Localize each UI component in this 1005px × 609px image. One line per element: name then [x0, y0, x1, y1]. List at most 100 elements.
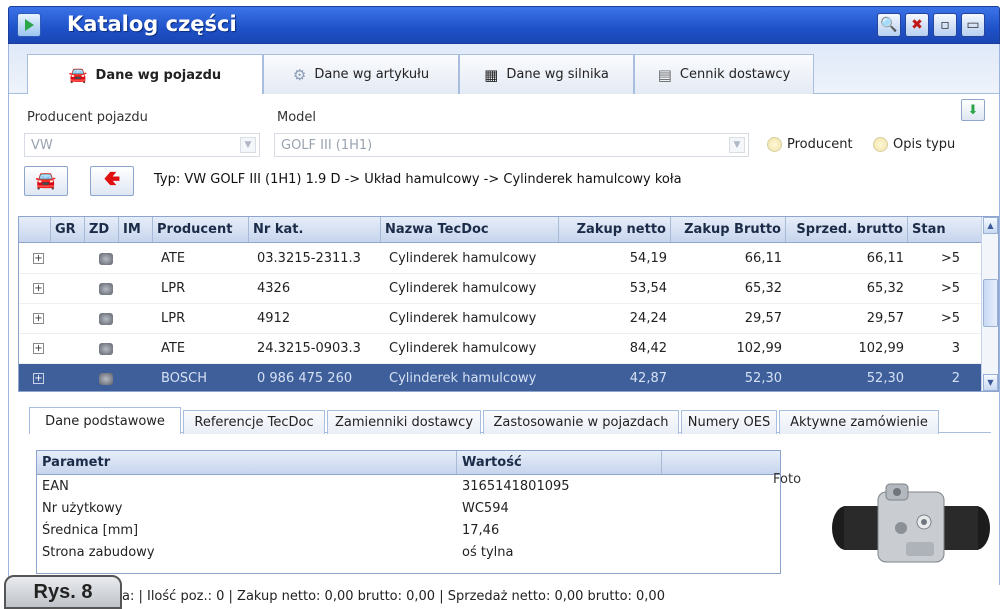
cell-value: 3165141801095 [462, 478, 570, 494]
table-row-selected[interactable]: + BOSCH 0 986 475 260 Cylinderek hamulco… [19, 364, 982, 391]
expand-icon[interactable]: + [33, 373, 44, 384]
table-row[interactable]: + LPR 4912 Cylinderek hamulcowy 24,24 29… [19, 304, 982, 334]
cell-nr: 03.3215-2311.3 [257, 251, 361, 266]
status-text: a: | Ilość poz.: 0 | Zakup netto: 0,00 b… [122, 589, 665, 604]
foto-label: Foto [773, 472, 802, 487]
cell-stan: >5 [940, 251, 960, 266]
car-icon: 🚘 [35, 171, 57, 191]
app-icon[interactable] [17, 13, 41, 37]
col-zd[interactable]: ZD [85, 217, 119, 242]
cell-netto: 42,87 [629, 371, 667, 386]
cell-sprzed: 102,99 [858, 341, 905, 356]
tab-label: Dane wg artykułu [314, 67, 430, 82]
tab-zastosowanie[interactable]: Zastosowanie w pojazdach [483, 410, 679, 434]
col-im[interactable]: IM [119, 217, 153, 242]
col-parametr[interactable]: Parametr [37, 451, 457, 474]
tab-numery-oes[interactable]: Numery OES [681, 410, 777, 434]
tab-dane-podstawowe[interactable]: Dane podstawowe [29, 407, 181, 434]
tab-dane-wg-silnika[interactable]: ▦ Dane wg silnika [459, 54, 634, 94]
tab-referencje-tecdoc[interactable]: Referencje TecDoc [183, 410, 325, 434]
camera-icon [99, 312, 113, 325]
col-zakup-brutto[interactable]: Zakup Brutto [671, 217, 786, 242]
window-titlebar: Katalog części 🔍 ✖ ▫ ▭ [8, 6, 1000, 44]
cell-value: WC594 [462, 500, 509, 516]
gear-icon: ⚙ [292, 65, 307, 84]
cell-nr: 24.3215-0903.3 [257, 341, 361, 356]
tab-dane-wg-pojazdu[interactable]: 🚘 Dane wg pojazdu [27, 54, 263, 95]
export-button[interactable]: ⬇ [961, 99, 985, 121]
col-nr-kat[interactable]: Nr kat. [249, 217, 381, 242]
cell-sprzed: 29,57 [866, 311, 904, 326]
tab-label: Dane wg pojazdu [95, 67, 222, 83]
cell-nr: 0 986 475 260 [257, 371, 353, 386]
cell-name: Cylinderek hamulcowy [389, 341, 537, 356]
tab-cennik-dostawcy[interactable]: ▤ Cennik dostawcy [634, 54, 814, 94]
cell-stan: 3 [951, 341, 960, 356]
col-expand [19, 217, 51, 242]
scroll-down-icon[interactable]: ▼ [983, 374, 998, 391]
status-bar: a: | Ilość poz.: 0 | Zakup netto: 0,00 b… [0, 585, 1005, 609]
tab-aktywne-zamowienie[interactable]: Aktywne zamówienie [779, 410, 939, 434]
col-zakup-netto[interactable]: Zakup netto [559, 217, 671, 242]
col-sprzed-brutto[interactable]: Sprzed. brutto [786, 217, 908, 242]
expand-icon[interactable]: + [33, 343, 44, 354]
col-wartosc[interactable]: Wartość [457, 451, 662, 474]
table-row[interactable]: Średnica [mm] 17,46 [37, 519, 780, 541]
expand-icon[interactable]: + [33, 313, 44, 324]
window-title: Katalog części [67, 12, 237, 36]
parts-grid: GR ZD IM Producent Nr kat. Nazwa TecDoc … [18, 216, 999, 392]
radio-opis-typu[interactable]: Opis typu [873, 137, 955, 152]
cell-nr: 4912 [257, 311, 291, 326]
cell-brutto: 65,32 [744, 281, 782, 296]
radio-icon [767, 137, 782, 152]
list-icon: ▤ [657, 65, 672, 84]
producer-select[interactable]: VW ▼ [24, 133, 260, 157]
col-nazwa[interactable]: Nazwa TecDoc [381, 217, 559, 242]
arrow-down-icon: ⬇ [967, 102, 979, 118]
col-gr[interactable]: GR [51, 217, 85, 242]
expand-icon[interactable]: + [33, 253, 44, 264]
camera-icon [99, 282, 113, 295]
grid-scrollbar[interactable]: ▲ ▼ [981, 217, 998, 391]
cell-param: Strona zabudowy [42, 544, 155, 560]
minimize-icon[interactable]: ▫ [933, 13, 957, 37]
cell-netto: 54,19 [629, 251, 667, 266]
col-stan[interactable]: Stan [908, 217, 982, 242]
col-producent[interactable]: Producent [153, 217, 249, 242]
cell-stan: >5 [940, 281, 960, 296]
cell-sprzed: 65,32 [866, 281, 904, 296]
type-path: Typ: VW GOLF III (1H1) 1.9 D -> Układ ha… [154, 172, 682, 187]
cell-sprzed: 66,11 [866, 251, 904, 266]
radio-producent[interactable]: Producent [767, 137, 853, 152]
arrow-left-icon: 🢀 [103, 166, 121, 190]
table-row[interactable]: EAN 3165141801095 [37, 475, 780, 497]
table-row[interactable]: Nr użytkowy WC594 [37, 497, 780, 519]
part-photo [832, 483, 990, 563]
tab-label: Dane wg silnika [506, 67, 609, 82]
cell-brutto: 52,30 [744, 371, 782, 386]
restore-icon[interactable]: ▭ [961, 13, 985, 37]
scroll-thumb[interactable] [983, 279, 998, 327]
vehicle-button[interactable]: 🚘 [24, 166, 68, 196]
expand-icon[interactable]: + [33, 283, 44, 294]
table-row[interactable]: Strona zabudowy oś tylna [37, 541, 780, 563]
table-row[interactable]: + ATE 03.3215-2311.3 Cylinderek hamulcow… [19, 244, 982, 274]
search-icon[interactable]: 🔍 [877, 13, 901, 37]
chevron-down-icon[interactable]: ▼ [729, 137, 745, 153]
cell-name: Cylinderek hamulcowy [389, 281, 537, 296]
tab-dane-wg-artykulu[interactable]: ⚙ Dane wg artykułu [263, 54, 459, 94]
table-row[interactable]: + ATE 24.3215-0903.3 Cylinderek hamulcow… [19, 334, 982, 364]
cell-netto: 84,42 [629, 341, 667, 356]
tools-icon[interactable]: ✖ [905, 13, 929, 37]
table-row[interactable]: + LPR 4326 Cylinderek hamulcowy 53,54 65… [19, 274, 982, 304]
model-select[interactable]: GOLF III (1H1) ▼ [274, 133, 749, 157]
cell-brutto: 29,57 [744, 311, 782, 326]
grid-header: GR ZD IM Producent Nr kat. Nazwa TecDoc … [19, 217, 982, 243]
back-button[interactable]: 🢀 [90, 166, 134, 196]
model-value: GOLF III (1H1) [281, 138, 373, 153]
tab-zamienniki-dostawcy[interactable]: Zamienniki dostawcy [327, 410, 481, 434]
scroll-up-icon[interactable]: ▲ [983, 217, 998, 234]
chevron-down-icon[interactable]: ▼ [240, 137, 256, 153]
cell-brutto: 66,11 [744, 251, 782, 266]
cell-nr: 4326 [257, 281, 291, 296]
